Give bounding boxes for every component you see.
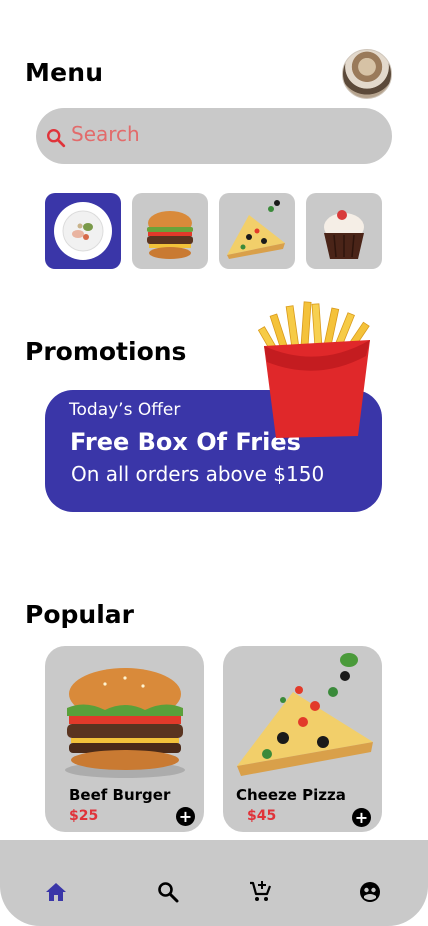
- category-plate[interactable]: [45, 193, 121, 269]
- product-price: $25: [69, 808, 99, 824]
- category-pizza[interactable]: [219, 193, 295, 269]
- category-cupcake[interactable]: [306, 193, 382, 269]
- product-card-burger[interactable]: Beef Burger $25 +: [45, 646, 204, 832]
- fries-image: [258, 301, 370, 438]
- search-icon[interactable]: [156, 880, 180, 904]
- burger-icon: [147, 211, 193, 259]
- pizza-icon: [227, 200, 285, 259]
- add-to-cart-button[interactable]: +: [176, 807, 195, 826]
- burger-image: [65, 668, 185, 778]
- cart-icon[interactable]: [249, 880, 273, 904]
- search-icon: [47, 129, 66, 148]
- pizza-image: [237, 653, 373, 776]
- section-title-promotions: Promotions: [25, 337, 187, 366]
- product-name: Beef Burger: [69, 786, 171, 804]
- avatar[interactable]: [342, 49, 392, 99]
- page-title: Menu: [25, 58, 104, 87]
- promo-label: Today’s Offer: [69, 400, 181, 420]
- promo-subtitle: On all orders above $150: [71, 462, 325, 486]
- product-price: $45: [247, 808, 277, 824]
- search-input[interactable]: Search: [71, 122, 140, 146]
- home-icon[interactable]: [44, 880, 68, 904]
- section-title-popular: Popular: [25, 600, 134, 629]
- product-name: Cheeze Pizza: [236, 786, 346, 804]
- product-card-pizza[interactable]: Cheeze Pizza $45 +: [223, 646, 382, 832]
- category-burger[interactable]: [132, 193, 208, 269]
- profile-icon[interactable]: [358, 880, 382, 904]
- add-to-cart-button[interactable]: +: [352, 808, 371, 827]
- plate-icon: [54, 202, 112, 260]
- cupcake-icon: [324, 210, 364, 259]
